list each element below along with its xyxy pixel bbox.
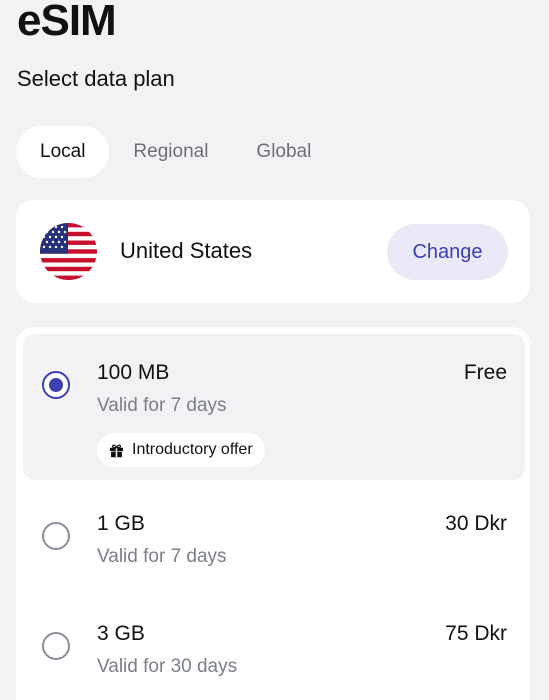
plan-price: 30 Dkr	[445, 512, 507, 535]
plan-region-tabs: Local Regional Global	[16, 126, 335, 178]
us-flag-icon	[40, 223, 97, 280]
tab-global[interactable]: Global	[232, 126, 335, 178]
country-name: United States	[120, 238, 253, 263]
plan-size: 1 GB	[97, 512, 145, 535]
badge-label: Introductory offer	[132, 441, 253, 458]
radio-unselected[interactable]	[42, 522, 70, 550]
change-country-button[interactable]: Change	[387, 224, 508, 280]
plan-option-100mb[interactable]: 100 MB Valid for 7 days Free Introductor…	[23, 334, 525, 480]
page-subtitle: Select data plan	[17, 66, 175, 91]
radio-selected[interactable]	[42, 371, 70, 399]
plan-size: 3 GB	[97, 622, 145, 645]
plan-option-3gb[interactable]: 3 GB Valid for 30 days 75 Dkr	[16, 605, 530, 700]
gift-icon	[109, 444, 124, 457]
plan-validity: Valid for 7 days	[97, 395, 227, 416]
introductory-offer-badge: Introductory offer	[97, 433, 265, 467]
page-title: eSIM	[17, 0, 117, 45]
esim-plan-screen: eSIM Select data plan Local Regional Glo…	[0, 0, 549, 700]
tab-local[interactable]: Local	[16, 126, 110, 178]
plan-validity: Valid for 7 days	[97, 546, 227, 567]
country-card: United States Change	[16, 200, 530, 303]
plan-price: Free	[463, 361, 507, 384]
plan-size: 100 MB	[97, 361, 170, 384]
plan-option-1gb[interactable]: 1 GB Valid for 7 days 30 Dkr	[16, 495, 530, 593]
radio-unselected[interactable]	[42, 632, 70, 660]
tab-regional[interactable]: Regional	[109, 126, 232, 178]
plan-price: 75 Dkr	[445, 622, 507, 645]
plan-list: 100 MB Valid for 7 days Free Introductor…	[16, 327, 530, 700]
plan-validity: Valid for 30 days	[97, 656, 238, 677]
